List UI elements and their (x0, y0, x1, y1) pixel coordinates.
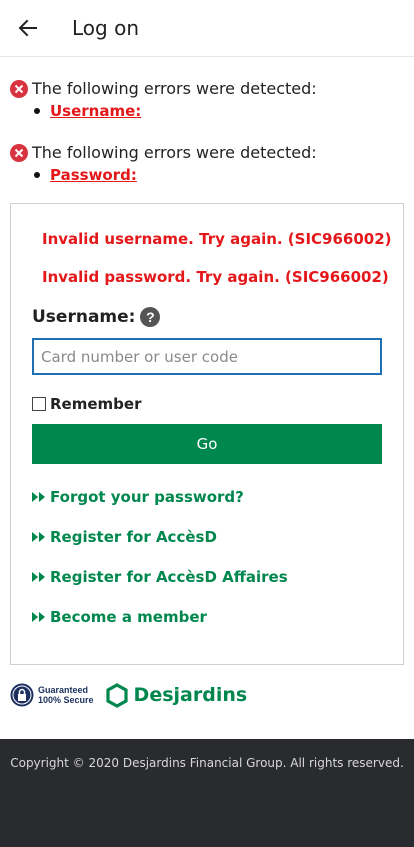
double-chevron-icon (32, 492, 45, 502)
login-card: Invalid username. Try again. (SIC966002)… (10, 203, 404, 665)
invalid-password-message: Invalid password. Try again. (SIC966002) (42, 268, 389, 286)
error-message: The following errors were detected: (32, 79, 317, 98)
register-accesd-affaires-link[interactable]: Register for AccèsD Affaires (32, 568, 288, 586)
remember-checkbox[interactable] (32, 397, 46, 411)
register-accesd-link[interactable]: Register for AccèsD (32, 528, 217, 546)
secure-badge[interactable]: Guaranteed 100% Secure (10, 682, 94, 708)
arrow-left-icon (18, 19, 37, 37)
username-label: Username: (32, 307, 136, 327)
username-label-row: Username: ? (32, 307, 161, 327)
remember-checkbox-row[interactable]: Remember (32, 395, 141, 413)
desjardins-logo[interactable]: Desjardins (105, 682, 248, 708)
secure-line-1: Guaranteed (38, 685, 89, 695)
error-link-username[interactable]: Username: (50, 102, 141, 120)
forgot-password-link[interactable]: Forgot your password? (32, 488, 244, 506)
app-bar: Log on (0, 0, 414, 57)
error-link-password[interactable]: Password: (50, 166, 137, 184)
double-chevron-icon (32, 572, 45, 582)
back-button[interactable] (0, 0, 56, 57)
bullet (34, 172, 40, 178)
error-icon (10, 79, 28, 98)
username-input[interactable] (32, 338, 382, 375)
help-icon[interactable]: ? (140, 307, 161, 327)
go-button[interactable]: Go (32, 424, 382, 464)
copyright-text: Copyright © 2020 Desjardins Financial Gr… (10, 756, 404, 770)
trust-badges: Guaranteed 100% Secure Desjardins (10, 682, 247, 708)
error-icon (10, 143, 28, 162)
error-message: The following errors were detected: (32, 143, 317, 162)
bullet (34, 108, 40, 114)
brand-name: Desjardins (133, 684, 248, 706)
double-chevron-icon (32, 532, 45, 542)
invalid-username-message: Invalid username. Try again. (SIC966002) (42, 230, 392, 248)
error-summary-username: The following errors were detected: User… (10, 79, 404, 120)
footer: Copyright © 2020 Desjardins Financial Gr… (0, 739, 414, 847)
become-member-link[interactable]: Become a member (32, 608, 207, 626)
secure-line-2: 100% Secure (38, 695, 94, 705)
padlock-shield-icon (10, 683, 34, 707)
error-summary-password: The following errors were detected: Pass… (10, 143, 404, 184)
double-chevron-icon (32, 612, 45, 622)
remember-label: Remember (50, 395, 142, 413)
page-title: Log on (72, 16, 139, 40)
desjardins-hexagon-icon (105, 682, 128, 708)
